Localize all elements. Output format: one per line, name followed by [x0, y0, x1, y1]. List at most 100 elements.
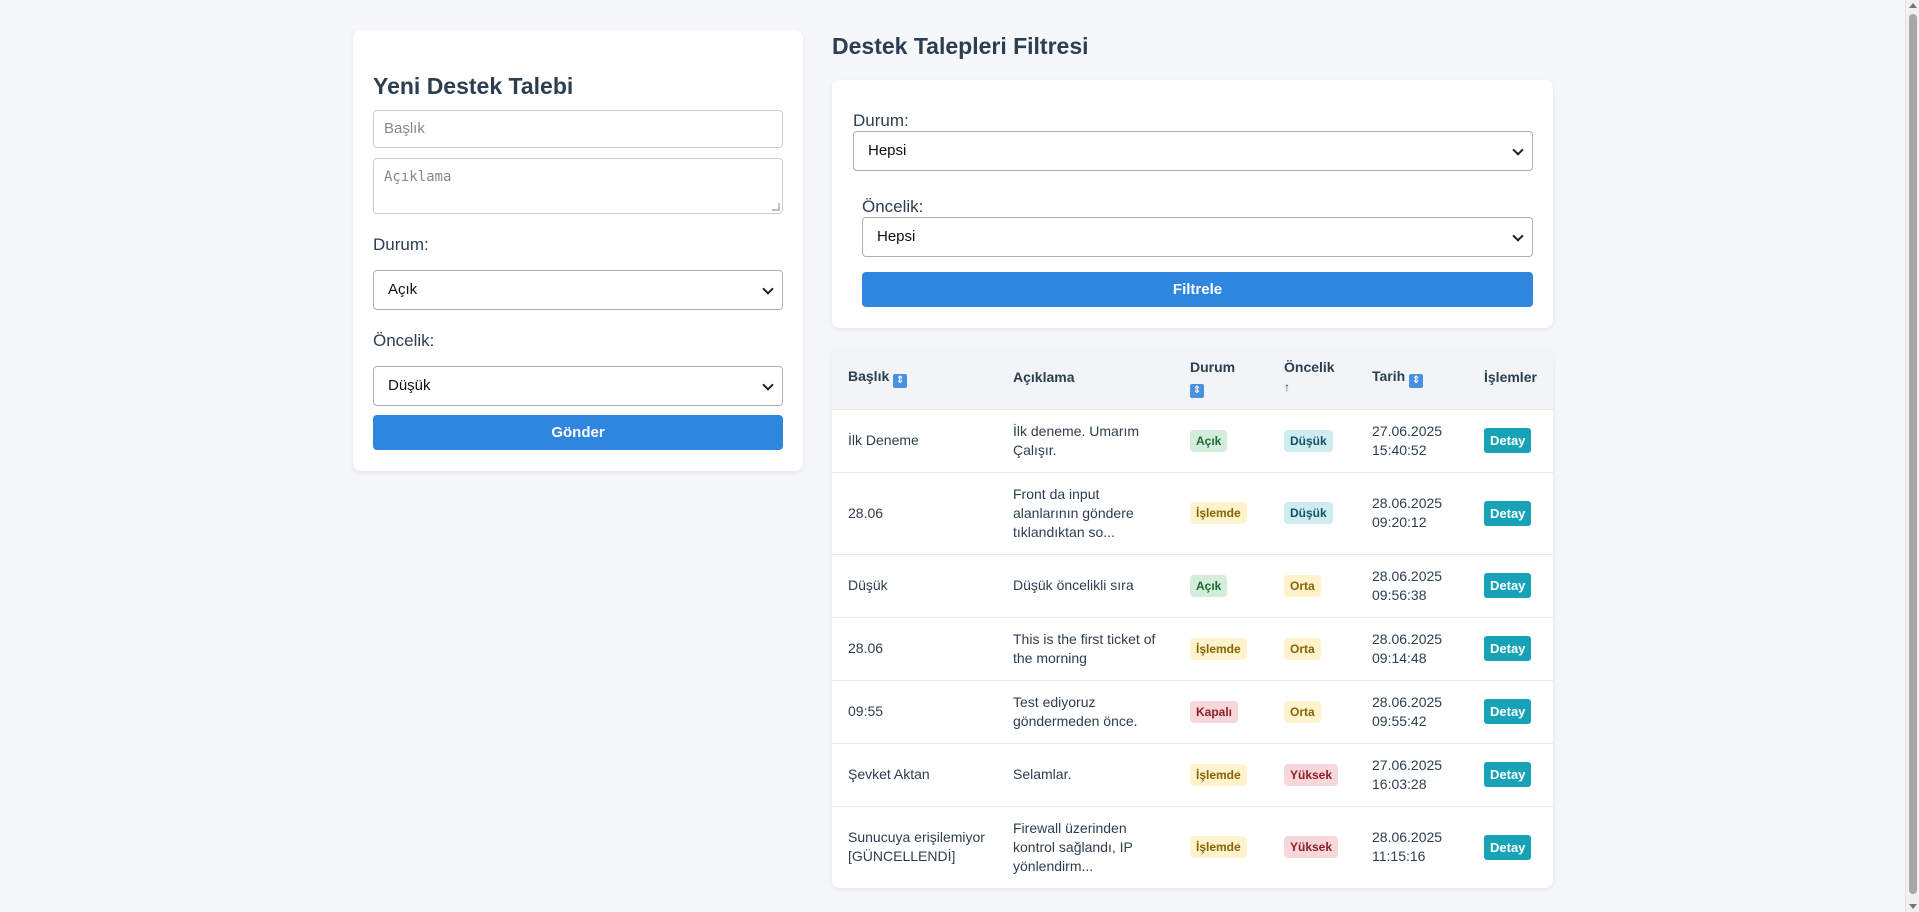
- status-badge: Kapalı: [1190, 700, 1239, 723]
- cell-date: 28.06.2025 09:20:12: [1356, 471, 1468, 554]
- cell-actions: Detay: [1468, 553, 1553, 617]
- sort-icon[interactable]: ⇕: [1190, 383, 1204, 398]
- cell-status: Açık: [1174, 408, 1268, 472]
- status-badge: Açık: [1190, 574, 1228, 597]
- cell-actions: Detay: [1468, 616, 1553, 680]
- status-badge: Açık: [1190, 429, 1228, 452]
- cell-title: İlk Deneme: [832, 408, 997, 472]
- cell-date: 28.06.2025 09:14:48: [1356, 616, 1468, 680]
- date-text: 28.06.2025: [1372, 693, 1443, 710]
- cell-actions: Detay: [1468, 805, 1553, 888]
- time-text: 16:03:28: [1372, 775, 1427, 792]
- priority-select[interactable]: Düşük: [373, 366, 783, 406]
- priority-label: Öncelik:: [373, 331, 435, 350]
- cell-priority: Düşük: [1268, 408, 1356, 472]
- detail-button[interactable]: Detay: [1484, 699, 1532, 724]
- submit-button[interactable]: Gönder: [373, 415, 783, 450]
- description-textarea[interactable]: Açıklama: [373, 158, 783, 214]
- scroll-up-icon[interactable]: [1909, 3, 1917, 8]
- date-text: 27.06.2025: [1372, 422, 1443, 439]
- cell-actions: Detay: [1468, 679, 1553, 743]
- cell-priority: Yüksek: [1268, 805, 1356, 888]
- column-header-status[interactable]: Durum ⇕: [1174, 347, 1268, 409]
- date-text: 28.06.2025: [1372, 567, 1443, 584]
- detail-button[interactable]: Detay: [1484, 834, 1532, 860]
- time-text: 15:40:52: [1372, 441, 1427, 458]
- time-text: 11:15:16: [1372, 848, 1426, 865]
- cell-description: Test ediyoruz göndermeden önce.: [997, 679, 1174, 743]
- cell-description: Selamlar.: [997, 742, 1174, 806]
- table-row: 09:55 Test ediyoruz göndermeden önce. Kapa…: [832, 679, 1553, 743]
- cell-description: İlk deneme. Umarım Çalışır.: [997, 408, 1174, 472]
- table-row: Düşük Düşük öncelikli sıra Açık Orta 28.06.2…: [832, 553, 1553, 617]
- filter-status-value: Hepsi: [868, 142, 907, 159]
- priority-badge: Düşük: [1284, 429, 1333, 452]
- cell-description: Firewall üzerinden kontrol sağlandı, IP …: [997, 805, 1174, 888]
- detail-button[interactable]: Detay: [1484, 500, 1532, 526]
- detail-button[interactable]: Detay: [1484, 573, 1532, 598]
- table-row: İlk Deneme İlk deneme. Umarım Çalışır. Açı…: [832, 408, 1553, 472]
- column-header-priority[interactable]: Öncelik ↑: [1268, 347, 1356, 409]
- cell-description: Düşük öncelikli sıra: [997, 553, 1174, 617]
- table-header-row: Başlık ⇕ Açıklama Durum ⇕ Öncelik ↑ Tarih ⇕ …: [832, 347, 1553, 409]
- filter-priority-label: Öncelik:: [862, 197, 924, 216]
- scroll-thumb[interactable]: [1909, 14, 1917, 894]
- cell-title: 28.06: [832, 471, 997, 554]
- time-text: 09:20:12: [1372, 514, 1427, 530]
- cell-status: Kapalı: [1174, 679, 1268, 743]
- detail-button[interactable]: Detay: [1484, 428, 1532, 453]
- detail-button[interactable]: Detay: [1484, 636, 1532, 661]
- new-ticket-form: Yeni Destek Talebi Başlık Açıklama Durum…: [353, 30, 803, 471]
- detail-button[interactable]: Detay: [1484, 762, 1532, 787]
- resize-handle-icon[interactable]: [772, 203, 780, 211]
- time-text: 09:14:48: [1372, 649, 1427, 666]
- cell-actions: Detay: [1468, 471, 1553, 554]
- sort-asc-icon[interactable]: ↑: [1284, 380, 1290, 394]
- filter-heading: Destek Talepleri Filtresi: [832, 33, 1089, 59]
- table-row: 28.06 Front da input alanlarının göndere …: [832, 471, 1553, 554]
- page-scrollbar[interactable]: [1905, 0, 1919, 912]
- cell-status: İşlemde: [1174, 471, 1268, 554]
- sort-icon[interactable]: ⇕: [893, 374, 908, 389]
- column-header-date[interactable]: Tarih ⇕: [1356, 347, 1468, 409]
- date-text: 28.06.2025: [1372, 495, 1443, 511]
- cell-title: Düşük: [832, 553, 997, 617]
- cell-title: Şevket Aktan: [832, 742, 997, 806]
- status-select-value: Açık: [388, 281, 418, 298]
- priority-badge: Yüksek: [1284, 763, 1339, 786]
- chevron-down-icon: [762, 379, 774, 391]
- status-badge: İşlemde: [1190, 836, 1247, 859]
- cell-description: Front da input alanlarının göndere tıkla…: [997, 471, 1174, 554]
- cell-priority: Düşük: [1268, 471, 1356, 554]
- tickets-table-card: Başlık ⇕ Açıklama Durum ⇕ Öncelik ↑ Tarih ⇕ …: [832, 347, 1553, 888]
- cell-status: İşlemde: [1174, 805, 1268, 888]
- cell-date: 28.06.2025 09:55:42: [1356, 679, 1468, 743]
- chevron-down-icon: [762, 283, 774, 295]
- status-badge: İşlemde: [1190, 502, 1247, 524]
- status-select[interactable]: Açık: [373, 270, 783, 310]
- time-text: 09:55:42: [1372, 712, 1427, 729]
- description-placeholder: Açıklama: [384, 169, 452, 185]
- cell-title: 09:55: [832, 679, 997, 743]
- cell-date: 28.06.2025 11:15:16: [1356, 805, 1468, 888]
- cell-title: 28.06: [832, 616, 997, 680]
- cell-priority: Orta: [1268, 679, 1356, 743]
- date-text: 28.06.2025: [1372, 829, 1443, 846]
- filter-status-select[interactable]: Hepsi: [853, 131, 1533, 171]
- cell-date: 27.06.2025 15:40:52: [1356, 408, 1468, 472]
- priority-badge: Orta: [1284, 574, 1321, 597]
- priority-badge: Düşük: [1284, 502, 1333, 524]
- cell-priority: Orta: [1268, 553, 1356, 617]
- cell-actions: Detay: [1468, 408, 1553, 472]
- priority-select-value: Düşük: [388, 377, 431, 394]
- cell-date: 27.06.2025 16:03:28: [1356, 742, 1468, 806]
- tickets-table: Başlık ⇕ Açıklama Durum ⇕ Öncelik ↑ Tarih ⇕ …: [832, 347, 1553, 888]
- column-header-title[interactable]: Başlık ⇕: [832, 347, 997, 409]
- sort-icon[interactable]: ⇕: [1409, 374, 1424, 389]
- filter-button[interactable]: Filtrele: [862, 272, 1533, 307]
- title-input[interactable]: Başlık: [373, 110, 783, 148]
- scroll-down-icon[interactable]: [1909, 904, 1917, 909]
- filter-priority-select[interactable]: Hepsi: [862, 217, 1533, 257]
- status-badge: İşlemde: [1190, 763, 1247, 786]
- cell-title: Sunucuya erişilemiyor [GÜNCELLENDİ]: [832, 805, 997, 888]
